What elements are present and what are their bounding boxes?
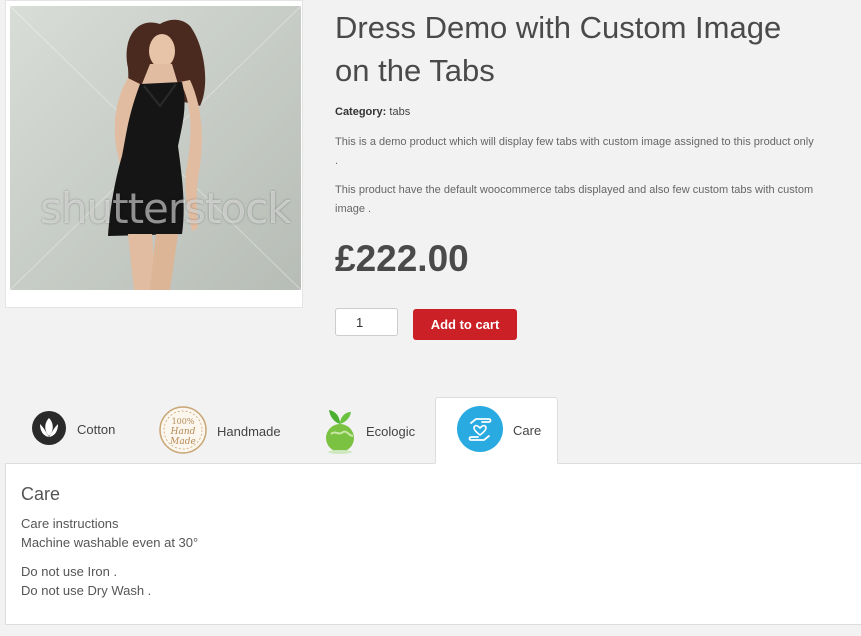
panel-line: Do not use Iron . [21,564,118,579]
product-category: Category: tabs [335,106,410,118]
cotton-icon [30,409,68,450]
product-description-2: This product have the default woocommerc… [335,184,814,215]
quantity-input[interactable] [335,308,398,336]
svg-text:100%: 100% [172,417,195,426]
add-to-cart-button[interactable]: Add to cart [413,309,517,340]
tab-cotton[interactable]: Cotton [30,408,115,450]
handmade-badge-icon: 100% Hand Made [158,405,208,458]
panel-line: Machine washable even at 30° [21,535,199,550]
panel-line: Care instructions [21,516,119,531]
product-title: Dress Demo with Custom Image on the Tabs [335,10,782,88]
tab-care-label: Care [513,423,542,438]
image-watermark: shutterstock [40,184,292,233]
category-label: Category: [335,106,387,118]
product-price: £222.00 [335,238,469,279]
panel-line: Do not use Dry Wash . [21,583,152,598]
tab-panel-care: Care Care instructions Machine washable … [5,464,861,625]
product-description-1: This is a demo product which will displa… [335,136,814,167]
tab-cotton-label: Cotton [77,421,116,437]
tab-handmade[interactable]: 100% Hand Made Handmade [158,398,281,464]
eco-globe-icon [323,406,357,457]
care-hands-icon [456,405,504,456]
product-image[interactable]: shutterstock [10,6,301,290]
svg-text:Hand: Hand [170,427,196,437]
panel-heading: Care [21,484,61,504]
category-link[interactable]: tabs [389,106,410,118]
svg-text:Made: Made [169,437,196,447]
tab-care[interactable]: Care [435,397,558,464]
product-image-frame: shutterstock [5,0,303,308]
tab-handmade-label: Handmade [217,423,281,439]
tab-ecologic[interactable]: Ecologic [323,398,415,464]
dress-model-illustration [10,6,301,290]
tab-ecologic-label: Ecologic [366,423,416,439]
